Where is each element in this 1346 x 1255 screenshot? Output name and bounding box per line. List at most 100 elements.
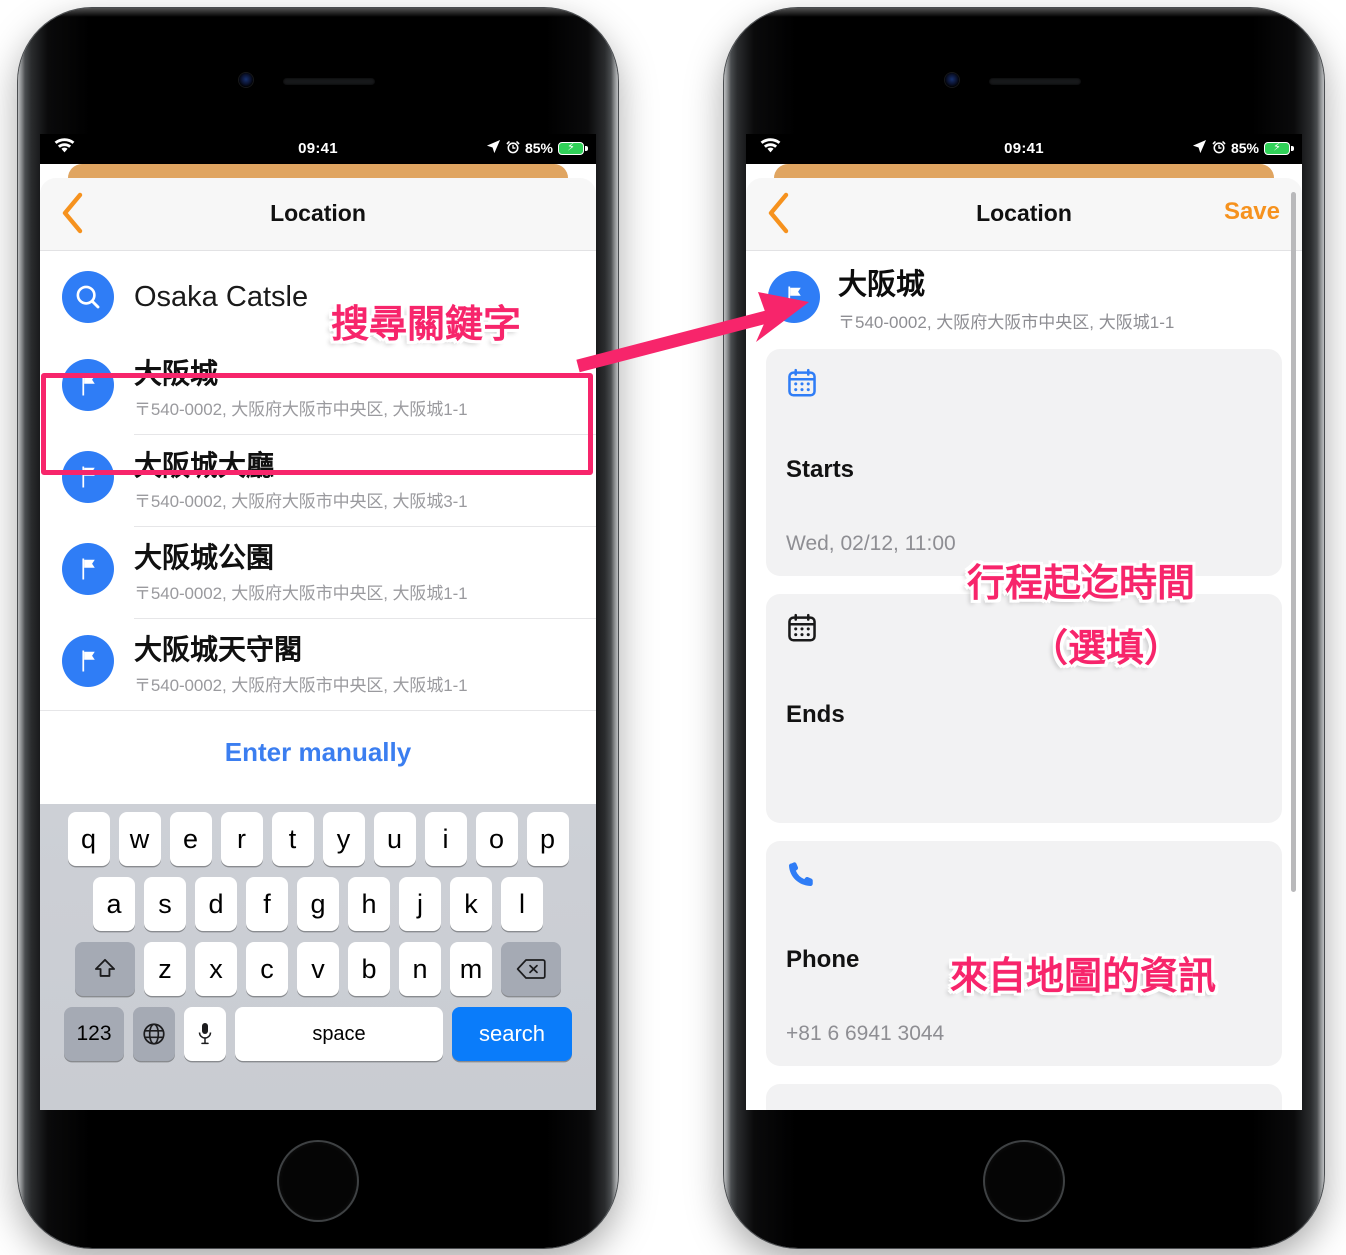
next-card-partial[interactable]	[766, 1084, 1282, 1110]
key-z[interactable]: z	[144, 942, 186, 996]
space-key[interactable]: space	[235, 1007, 443, 1061]
status-right-cluster: 85% ⚡	[1192, 139, 1294, 157]
calendar-icon	[786, 367, 1262, 404]
list-item-address: 〒540-0002, 大阪府大阪市中央区, 大阪城1-1	[134, 400, 468, 420]
key-v[interactable]: v	[297, 942, 339, 996]
key-s[interactable]: s	[144, 877, 186, 931]
search-return-key[interactable]: search	[452, 1007, 572, 1061]
annotation-trip-time-range: 行程起迄時間	[967, 561, 1196, 605]
list-item-title: 大阪城天守閣	[134, 634, 303, 666]
list-item-address: 〒540-0002, 大阪府大阪市中央区, 大阪城3-1	[134, 492, 468, 512]
screenshot-stage: 09:41 85% ⚡ Location Osaka Catsle 大阪城 〒5…	[0, 0, 1346, 1255]
list-item-text: 大阪城公園 〒540-0002, 大阪府大阪市中央区, 大阪城1-1	[134, 541, 574, 604]
list-item[interactable]: 大阪城大廳 〒540-0002, 大阪府大阪市中央区, 大阪城3-1	[40, 435, 596, 527]
key-f[interactable]: f	[246, 877, 288, 931]
key-m[interactable]: m	[450, 942, 492, 996]
onscreen-keyboard: q w e r t y u i o p a s d f g h j k l z …	[40, 804, 596, 1110]
left-phone-screen: 09:41 85% ⚡ Location Osaka Catsle 大阪城 〒5…	[40, 134, 596, 1110]
page-title: Location	[976, 200, 1072, 226]
list-item-title: 大阪城	[134, 358, 219, 389]
flag-pin-icon	[62, 543, 114, 596]
flag-pin-icon	[768, 271, 820, 323]
list-item-address: 〒540-0002, 大阪府大阪市中央区, 大阪城1-1	[134, 676, 468, 696]
search-input[interactable]: Osaka Catsle	[134, 281, 308, 314]
status-right-cluster: 85% ⚡	[486, 139, 588, 157]
home-button[interactable]	[985, 1142, 1063, 1220]
list-item[interactable]: 大阪城公園 〒540-0002, 大阪府大阪市中央区, 大阪城1-1	[40, 527, 596, 619]
keyboard-row-1: q w e r t y u i o p	[40, 812, 596, 866]
selected-place-text: 大阪城 〒540-0002, 大阪府大阪市中央区, 大阪城1-1	[838, 269, 1174, 333]
phone-value[interactable]: +81 6 6941 3044	[786, 1022, 1262, 1046]
key-i[interactable]: i	[424, 812, 467, 866]
left-phone-device: 09:41 85% ⚡ Location Osaka Catsle 大阪城 〒5…	[18, 8, 618, 1248]
battery-percent-label: 85%	[1230, 140, 1259, 156]
location-arrow-icon	[1192, 139, 1207, 157]
location-arrow-icon	[486, 139, 501, 157]
key-d[interactable]: d	[195, 877, 237, 931]
key-r[interactable]: r	[220, 812, 263, 866]
shift-arrow-icon[interactable]	[75, 942, 135, 996]
list-item-title: 大阪城公園	[134, 542, 275, 574]
key-p[interactable]: p	[526, 812, 569, 866]
list-item[interactable]: 大阪城 〒540-0002, 大阪府大阪市中央区, 大阪城1-1	[40, 343, 596, 435]
right-status-bar: 09:41 85% ⚡	[746, 134, 1302, 164]
selected-place-header[interactable]: 大阪城 〒540-0002, 大阪府大阪市中央区, 大阪城1-1	[746, 251, 1302, 350]
right-navbar: Location Save	[746, 178, 1302, 251]
key-q[interactable]: q	[67, 812, 110, 866]
earpiece-speaker	[283, 78, 375, 85]
calendar-icon	[786, 612, 1262, 649]
key-y[interactable]: y	[322, 812, 365, 866]
front-camera-icon	[945, 73, 959, 87]
flag-pin-icon	[62, 635, 114, 688]
starts-card[interactable]: Starts Wed, 02/12, 11:00	[766, 349, 1282, 577]
save-button[interactable]: Save	[1224, 198, 1280, 226]
annotation-optional: （選填）	[1030, 626, 1183, 670]
battery-charging-icon: ⚡	[558, 141, 588, 155]
key-a[interactable]: a	[93, 877, 135, 931]
key-e[interactable]: e	[169, 812, 212, 866]
enter-manually-button[interactable]: Enter manually	[40, 711, 596, 768]
key-b[interactable]: b	[348, 942, 390, 996]
list-item-address: 〒540-0002, 大阪府大阪市中央区, 大阪城1-1	[134, 584, 468, 604]
left-status-bar: 09:41 85% ⚡	[40, 134, 596, 164]
page-title: Location	[270, 200, 366, 226]
numbers-key[interactable]: 123	[64, 1007, 124, 1061]
place-title: 大阪城	[838, 269, 926, 301]
place-address: 〒540-0002, 大阪府大阪市中央区, 大阪城1-1	[838, 313, 1175, 333]
key-k[interactable]: k	[450, 877, 492, 931]
key-n[interactable]: n	[399, 942, 441, 996]
ends-label: Ends	[786, 701, 845, 729]
annotation-map-info: 來自地圖的資訊	[950, 954, 1217, 998]
right-phone-device: 09:41 85% ⚡ Location Save 大阪城 〒540-0002,…	[724, 8, 1324, 1248]
key-x[interactable]: x	[195, 942, 237, 996]
vertical-scrollbar[interactable]	[1291, 192, 1296, 892]
key-g[interactable]: g	[297, 877, 339, 931]
keyboard-row-4: 123 space search	[40, 1007, 596, 1061]
key-j[interactable]: j	[399, 877, 441, 931]
keyboard-row-3: z x c v b n m	[40, 942, 596, 996]
key-c[interactable]: c	[246, 942, 288, 996]
key-h[interactable]: h	[348, 877, 390, 931]
microphone-icon[interactable]	[184, 1007, 226, 1061]
key-t[interactable]: t	[271, 812, 314, 866]
battery-percent-label: 85%	[524, 140, 553, 156]
key-u[interactable]: u	[373, 812, 416, 866]
backspace-icon[interactable]	[501, 942, 561, 996]
key-o[interactable]: o	[475, 812, 518, 866]
alarm-clock-icon	[1212, 140, 1226, 157]
left-navbar: Location	[40, 178, 596, 251]
key-w[interactable]: w	[118, 812, 161, 866]
key-l[interactable]: l	[501, 877, 543, 931]
list-item-text: 大阪城天守閣 〒540-0002, 大阪府大阪市中央区, 大阪城1-1	[134, 633, 574, 696]
list-item[interactable]: 大阪城天守閣 〒540-0002, 大阪府大阪市中央区, 大阪城1-1	[40, 619, 596, 711]
home-button[interactable]	[279, 1142, 357, 1220]
battery-charging-icon: ⚡	[1264, 141, 1294, 155]
ends-card[interactable]: Ends	[766, 594, 1282, 824]
search-icon	[62, 271, 114, 323]
phone-icon	[786, 859, 1262, 894]
list-item-text: 大阪城 〒540-0002, 大阪府大阪市中央区, 大阪城1-1	[134, 357, 574, 420]
globe-icon[interactable]	[133, 1007, 175, 1061]
list-item-text: 大阪城大廳 〒540-0002, 大阪府大阪市中央区, 大阪城3-1	[134, 449, 574, 512]
alarm-clock-icon	[506, 140, 520, 157]
flag-pin-icon	[62, 451, 114, 504]
